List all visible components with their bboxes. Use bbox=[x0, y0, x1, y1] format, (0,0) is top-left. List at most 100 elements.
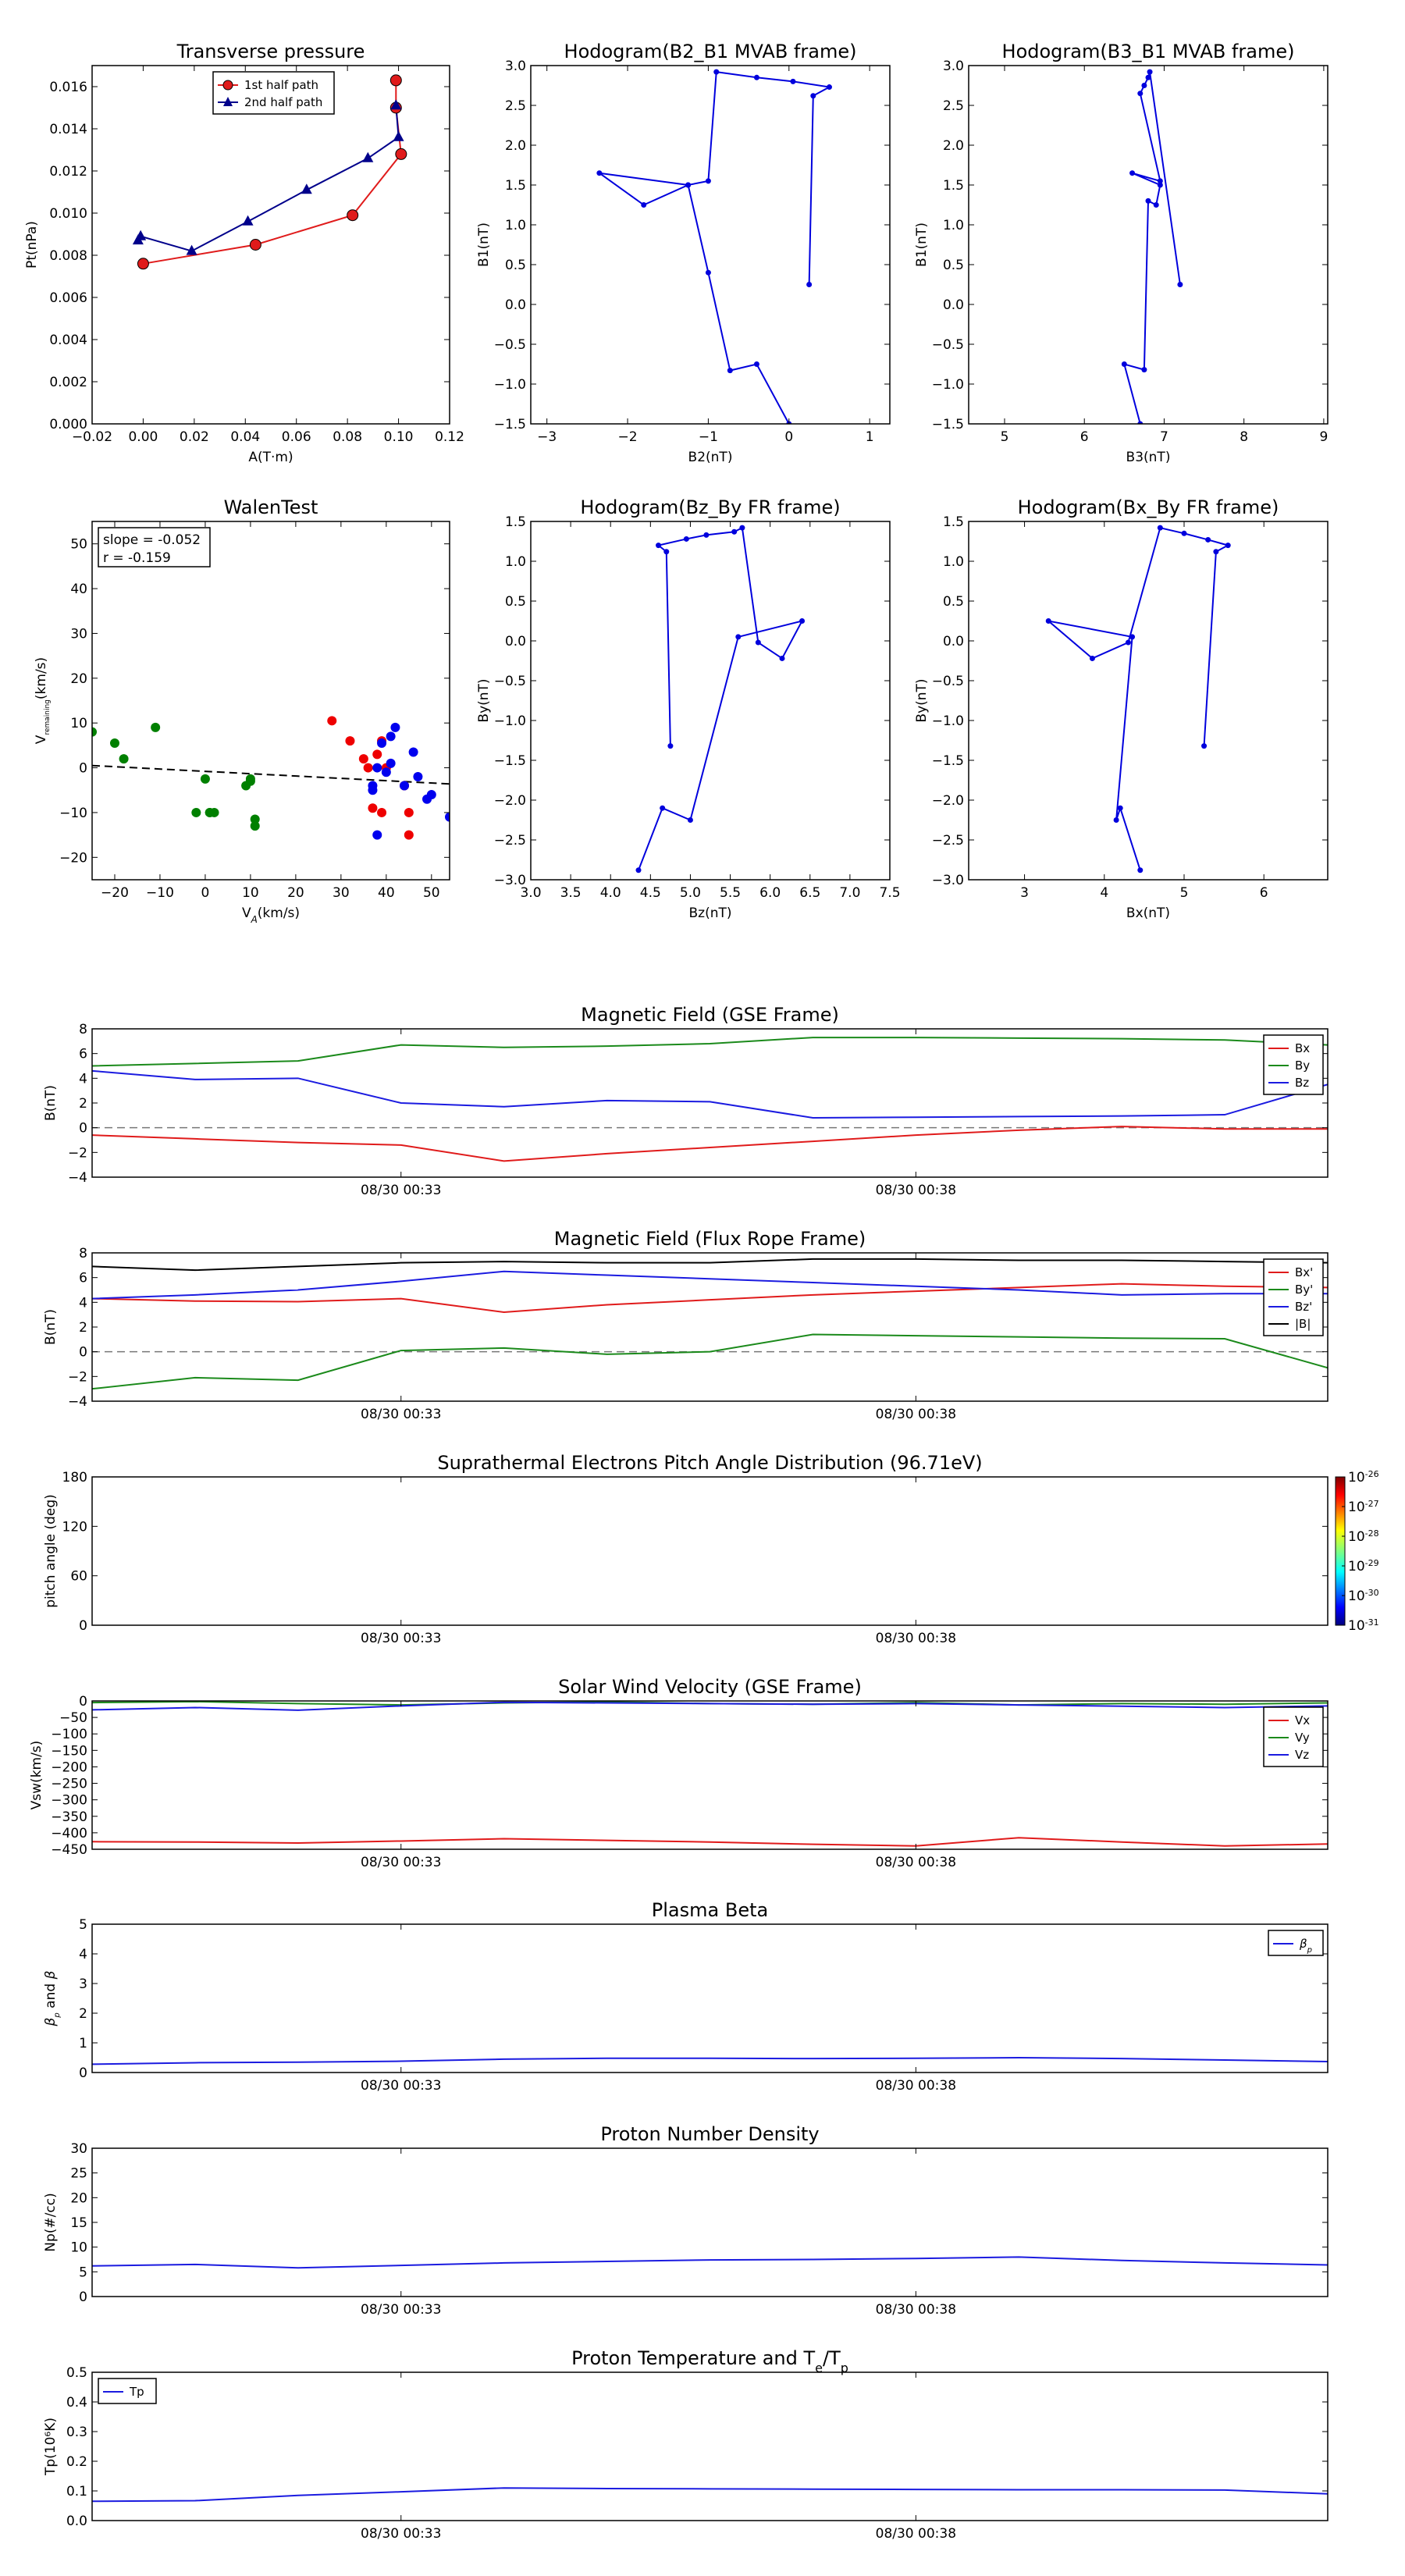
point-series-0 bbox=[1125, 639, 1131, 646]
y-tick-label: 0.5 bbox=[943, 594, 964, 610]
y-axis-label: By(nT) bbox=[914, 678, 930, 722]
y-tick-label: 0.006 bbox=[49, 290, 87, 306]
point-series-0 bbox=[151, 722, 161, 732]
plot-area bbox=[92, 2256, 1328, 2269]
legend: Bx' By' Bz' |B| bbox=[1263, 1258, 1324, 1336]
legend-marker bbox=[222, 80, 233, 91]
stats-text: slope = -0.052 bbox=[103, 532, 201, 548]
y-axis-label: βp and β bbox=[43, 1970, 62, 2026]
axes-frame bbox=[91, 65, 450, 425]
y-tick-label: 4 bbox=[79, 1947, 87, 1962]
x-tick-label: 08/30 00:38 bbox=[876, 1183, 956, 1198]
x-tick-label: 08/30 00:38 bbox=[876, 1855, 956, 1870]
x-tick-label: 08/30 00:33 bbox=[361, 2078, 441, 2094]
x-tick-label: −3 bbox=[537, 429, 557, 445]
x-axis-label: B2(nT) bbox=[688, 450, 733, 465]
y-tick-label: 3 bbox=[79, 1976, 87, 1992]
point-series-0 bbox=[705, 269, 711, 276]
point-1st-half-path bbox=[137, 258, 149, 270]
x-tick-label: 5 bbox=[1180, 885, 1189, 901]
legend-label: Bx' bbox=[1295, 1265, 1313, 1279]
point-series-0 bbox=[753, 74, 759, 80]
x-tick-label: 6.0 bbox=[759, 885, 781, 901]
y-tick-label: 1.5 bbox=[943, 514, 964, 530]
chart-np: Proton Number Density 0 5 10 15 20 25 30 08/30 0… bbox=[43, 2123, 1329, 2318]
point-series-0 bbox=[660, 805, 666, 811]
chart-title: Plasma Beta bbox=[652, 1899, 768, 1921]
y-tick-label: −1.5 bbox=[494, 417, 526, 432]
y-tick-label: −10 bbox=[59, 806, 87, 821]
y-axis-label: Np(#/cc) bbox=[43, 2193, 59, 2251]
y-tick-label: 4 bbox=[79, 1071, 87, 1087]
x-tick-label: −10 bbox=[146, 885, 174, 901]
y-tick-label: −100 bbox=[51, 1727, 87, 1742]
chart-hxy: Hodogram(Bx_By FR frame) −3.0 −2.5 −2.0 −1.5… bbox=[914, 496, 1329, 921]
x-tick-label: 0.02 bbox=[180, 429, 209, 445]
colorbar-label: 10-27 bbox=[1348, 1499, 1379, 1516]
y-tick-label: −1.5 bbox=[494, 753, 526, 769]
axes-frame bbox=[91, 1923, 1329, 2073]
point-series-1 bbox=[363, 763, 373, 773]
y-tick-label: 1.5 bbox=[505, 514, 526, 530]
point-series-0 bbox=[799, 618, 806, 624]
y-axis-label: B(nT) bbox=[43, 1309, 59, 1345]
series-line-bx bbox=[92, 1126, 1328, 1162]
point-series-0 bbox=[250, 814, 260, 824]
y-tick-label: −1.0 bbox=[494, 713, 526, 729]
point-series-0 bbox=[119, 754, 129, 764]
point-series-0 bbox=[663, 549, 670, 555]
y-tick-label: −150 bbox=[51, 1743, 87, 1759]
y-tick-label: 2.0 bbox=[943, 138, 964, 154]
y-tick-label: 3.0 bbox=[943, 59, 964, 74]
point-series-0 bbox=[739, 525, 745, 531]
x-tick-label: 0 bbox=[201, 885, 210, 901]
point-series-0 bbox=[1141, 83, 1147, 88]
point-series-0 bbox=[1201, 743, 1208, 749]
series-line-bz bbox=[92, 1069, 1328, 1119]
point-series-2 bbox=[381, 767, 391, 777]
y-tick-label: 0.5 bbox=[943, 258, 964, 273]
colorbar-label: 10-30 bbox=[1348, 1588, 1379, 1605]
chart-title: Magnetic Field (Flux Rope Frame) bbox=[554, 1228, 866, 1250]
y-tick-label: 1.5 bbox=[505, 178, 526, 194]
x-tick-label: 6 bbox=[1260, 885, 1268, 901]
legend-label: Bz' bbox=[1295, 1300, 1312, 1314]
x-tick-label: 4 bbox=[1100, 885, 1108, 901]
x-tick-label: 08/30 00:33 bbox=[361, 1631, 441, 1646]
y-tick-label: 6 bbox=[79, 1047, 87, 1062]
axes-frame bbox=[91, 1700, 1329, 1850]
y-axis-label: Vremaining(km/s) bbox=[34, 657, 52, 744]
point-series-1 bbox=[372, 749, 382, 760]
series-line-series-0 bbox=[638, 526, 804, 871]
axes-frame bbox=[968, 65, 1329, 425]
point-series-0 bbox=[656, 543, 662, 549]
y-tick-label: −1.5 bbox=[932, 417, 964, 432]
point-series-1 bbox=[327, 716, 337, 726]
x-tick-label: 5.5 bbox=[720, 885, 741, 901]
point-series-0 bbox=[200, 774, 210, 784]
y-tick-label: 1.0 bbox=[505, 554, 526, 570]
y-tick-label: 0.0 bbox=[505, 297, 526, 313]
colorbar-label: 10-31 bbox=[1348, 1617, 1379, 1635]
chart-walen: WalenTest −20 −10 0 10 20 30 40 50 −20 −10 0 10 20 30 4… bbox=[34, 496, 450, 925]
y-tick-label: −20 bbox=[59, 850, 87, 866]
y-tick-label: 0.016 bbox=[49, 80, 87, 95]
point-2nd-half-path bbox=[362, 151, 374, 162]
chart-title: WalenTest bbox=[224, 496, 318, 518]
y-tick-label: 0.0 bbox=[943, 297, 964, 313]
y-tick-label: 0 bbox=[79, 761, 87, 777]
y-tick-label: 15 bbox=[70, 2215, 87, 2231]
x-tick-label: 08/30 00:33 bbox=[361, 2302, 441, 2318]
point-series-0 bbox=[1157, 525, 1163, 531]
x-tick-label: 08/30 00:38 bbox=[876, 2526, 956, 2542]
y-tick-label: −2 bbox=[68, 1145, 87, 1161]
axes-frame bbox=[91, 2147, 1329, 2297]
x-tick-label: 4.5 bbox=[640, 885, 661, 901]
series-line-series-0 bbox=[1122, 71, 1181, 424]
x-tick-label: 3.5 bbox=[560, 885, 582, 901]
plot-area bbox=[92, 2487, 1328, 2503]
x-tick-label: −1 bbox=[699, 429, 718, 445]
axes-frame bbox=[530, 65, 891, 425]
x-tick-label: 7 bbox=[1160, 429, 1168, 445]
point-series-0 bbox=[635, 867, 642, 873]
